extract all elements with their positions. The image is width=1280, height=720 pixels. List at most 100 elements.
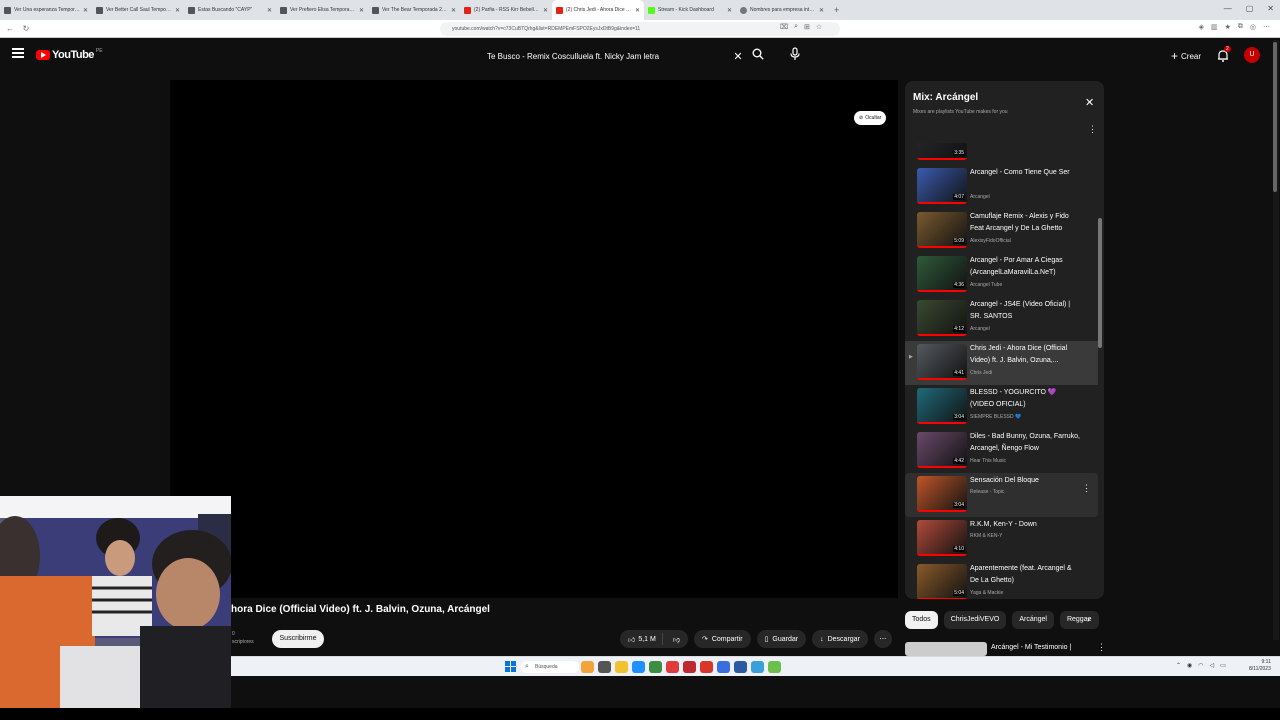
playlist-thumbnail[interactable]: 4:42	[917, 432, 967, 468]
close-tab-icon[interactable]: ✕	[635, 7, 640, 14]
playlist-item[interactable]: 3:35Pa' Que La Pases BienArcangel	[905, 143, 1098, 165]
hamburger-menu-icon[interactable]	[12, 48, 24, 58]
playlist-thumbnail[interactable]: 3:04	[917, 388, 967, 424]
hide-button[interactable]: ⊘ Ocultar	[854, 111, 887, 125]
playlist-item[interactable]: 4:12 Arcangel - JS4E (Video Oficial) | SR…	[905, 297, 1098, 341]
taskbar-app-icon[interactable]	[598, 661, 611, 673]
playlist-item[interactable]: 3:04 Sensación Del Bloque Release - Topic ⋮	[905, 473, 1098, 517]
browser-tab[interactable]: Ver The Bear Temporada 2 Episodio✕	[368, 0, 460, 20]
extension-icon[interactable]: ◈	[1199, 23, 1204, 31]
playlist-scrollbar[interactable]	[1098, 143, 1102, 595]
playlist-thumbnail[interactable]: 5:09	[917, 212, 967, 248]
taskbar-app-icon[interactable]	[615, 661, 628, 673]
taskbar-app-icon[interactable]	[632, 661, 645, 673]
video-player[interactable]	[170, 80, 898, 598]
more-vertical-icon[interactable]: ⋮	[1097, 642, 1106, 653]
new-tab-icon[interactable]: +	[828, 5, 845, 15]
playlist-item[interactable]: 4:10 R.K.M, Ken-Y - Down RKM & KEN-Y	[905, 517, 1098, 561]
browser-tab[interactable]: (2) Chris Jedi - Ahora Dice (Of... ✕	[552, 0, 644, 20]
browser-tab[interactable]: Ver Better Call Saul Temporada 2 Episodi…	[92, 0, 184, 20]
filter-chip[interactable]: Todos	[905, 611, 938, 629]
back-icon[interactable]: ←	[4, 24, 16, 33]
close-tab-icon[interactable]: ✕	[543, 7, 548, 14]
windows-start-icon[interactable]	[505, 661, 516, 672]
favorites-bar-icon[interactable]: ★	[1225, 23, 1231, 31]
taskbar-app-icon[interactable]	[649, 661, 662, 673]
playlist-thumbnail[interactable]: 4:36	[917, 256, 967, 292]
close-tab-icon[interactable]: ✕	[175, 7, 180, 14]
playlist-thumbnail[interactable]: 4:41	[917, 344, 967, 380]
playlist-thumbnail[interactable]: 4:10	[917, 520, 967, 556]
browser-tab[interactable]: Stream - Kick Dashboard ✕	[644, 0, 736, 20]
close-tab-icon[interactable]: ✕	[819, 7, 824, 14]
page-scrollbar[interactable]	[1273, 40, 1279, 640]
search-input[interactable]: Te Busco - Remix Cosculluela ft. Nicky J…	[478, 43, 748, 69]
playlist-item[interactable]: 4:36 Arcangel - Por Amar A Ciegas (Arcang…	[905, 253, 1098, 297]
playlist-item[interactable]: 5:04 Aparentemente (feat. Arcangel & De L…	[905, 561, 1098, 599]
microphone-icon[interactable]	[789, 47, 801, 61]
search-icon[interactable]	[752, 48, 764, 60]
filter-chip[interactable]: Reggae	[1059, 611, 1099, 629]
battery-icon[interactable]: ▭	[1220, 662, 1226, 669]
taskbar-app-icon[interactable]	[581, 661, 594, 673]
close-window-icon[interactable]: ✕	[1267, 4, 1274, 13]
playlist-item[interactable]: ▶ 4:41 Chris Jedi - Ahora Dice (Official V…	[905, 341, 1098, 385]
zoom-icon[interactable]: ⌕	[794, 23, 798, 31]
taskbar-app-icon[interactable]	[734, 661, 747, 673]
taskbar-app-icon[interactable]	[768, 661, 781, 673]
playlist-item[interactable]: 4:42 Diles - Bad Bunny, Ozuna, Farruko, A…	[905, 429, 1098, 473]
install-icon[interactable]: ⊞	[804, 23, 810, 31]
tray-chevron-icon[interactable]: ⌃	[1176, 662, 1181, 669]
browser-tab[interactable]: (2) Parfia - RSS Kirr Bebell - YouTube✕	[460, 0, 552, 20]
next-recommendation-title[interactable]: Arcángel - Mi Testimonio |	[991, 644, 1071, 651]
minimize-icon[interactable]: —	[1224, 4, 1232, 13]
collections-icon[interactable]: ⧉	[1238, 23, 1243, 31]
browser-tab[interactable]: Ver Prefiero Elisa Temporada 2 Episodio✕	[276, 0, 368, 20]
playlist-thumbnail[interactable]: 4:07	[917, 168, 967, 204]
avatar[interactable]: U	[1244, 47, 1260, 63]
taskbar-app-icon[interactable]	[683, 661, 696, 673]
playlist-thumbnail[interactable]: 5:04	[917, 564, 967, 599]
download-button[interactable]: ↓ Descargar	[812, 630, 868, 648]
browser-tab[interactable]: Estas Buscando "CAYP" ✕	[184, 0, 276, 20]
filter-chip[interactable]: ChrisJediVEVO	[943, 611, 1007, 629]
playlist-scroll-thumb[interactable]	[1098, 218, 1102, 348]
playlist-more-icon[interactable]: ⋮	[1088, 124, 1097, 135]
favorite-icon[interactable]: ☆	[816, 23, 822, 31]
next-recommendation-thumbnail[interactable]	[905, 642, 987, 656]
like-button[interactable]: 👍︎ 5,1 M	[620, 633, 663, 645]
copilot-icon[interactable]: ◎	[1250, 23, 1256, 31]
taskbar-search[interactable]: Búsqueda	[521, 661, 579, 673]
taskbar-app-icon[interactable]	[751, 661, 764, 673]
chevron-right-icon[interactable]: ›	[1087, 614, 1090, 624]
playlist-item[interactable]: 5:09 Camuflaje Remix - Alexis y Fido Feat…	[905, 209, 1098, 253]
close-tab-icon[interactable]: ✕	[451, 7, 456, 14]
playlist-item[interactable]: 4:07 Arcangel - Como Tiene Que Ser Arcange…	[905, 165, 1098, 209]
browser-tab[interactable]: Nombres para empresa internet ✕	[736, 0, 828, 20]
playlist-item[interactable]: 3:04 BLESSD - YOGURCITO 💜 (VIDEO OFICIAL)…	[905, 385, 1098, 429]
network-icon[interactable]: ◉	[1187, 662, 1192, 669]
channel-name-fragment[interactable]: 0	[232, 630, 254, 638]
taskbar-app-icon[interactable]	[666, 661, 679, 673]
reload-icon[interactable]: ↻	[20, 24, 32, 33]
dislike-button[interactable]: 👎︎	[667, 635, 688, 644]
clear-search-icon[interactable]: ✕	[728, 50, 748, 63]
playlist-thumbnail[interactable]: 4:12	[917, 300, 967, 336]
save-button[interactable]: ▯ Guardar	[756, 630, 807, 648]
taskbar-app-icon[interactable]	[700, 661, 713, 673]
browser-tab[interactable]: Ver Una esperanza Temporada 3 Episodio✕	[0, 0, 92, 20]
wifi-icon[interactable]: ◠	[1198, 662, 1203, 669]
more-vertical-icon[interactable]: ⋮	[1082, 483, 1091, 494]
taskbar-clock[interactable]: 9:11 8/11/2023	[1249, 659, 1271, 673]
playlist-thumbnail[interactable]: 3:04	[917, 476, 967, 512]
subscribe-button[interactable]: Suscribirme	[272, 630, 324, 648]
next-recommendation[interactable]: Arcángel - Mi Testimonio | ⋮	[905, 642, 1106, 656]
more-actions-button[interactable]: ⋯	[873, 630, 892, 648]
share-button[interactable]: ↷ Compartir	[693, 630, 751, 648]
browser-menu-icon[interactable]: ⋯	[1263, 23, 1270, 31]
close-playlist-icon[interactable]: ✕	[1085, 96, 1094, 109]
close-tab-icon[interactable]: ✕	[83, 7, 88, 14]
maximize-icon[interactable]: ▢	[1246, 4, 1254, 13]
filter-chip[interactable]: Arcángel	[1012, 611, 1054, 629]
split-screen-icon[interactable]: ▥	[1211, 23, 1218, 31]
